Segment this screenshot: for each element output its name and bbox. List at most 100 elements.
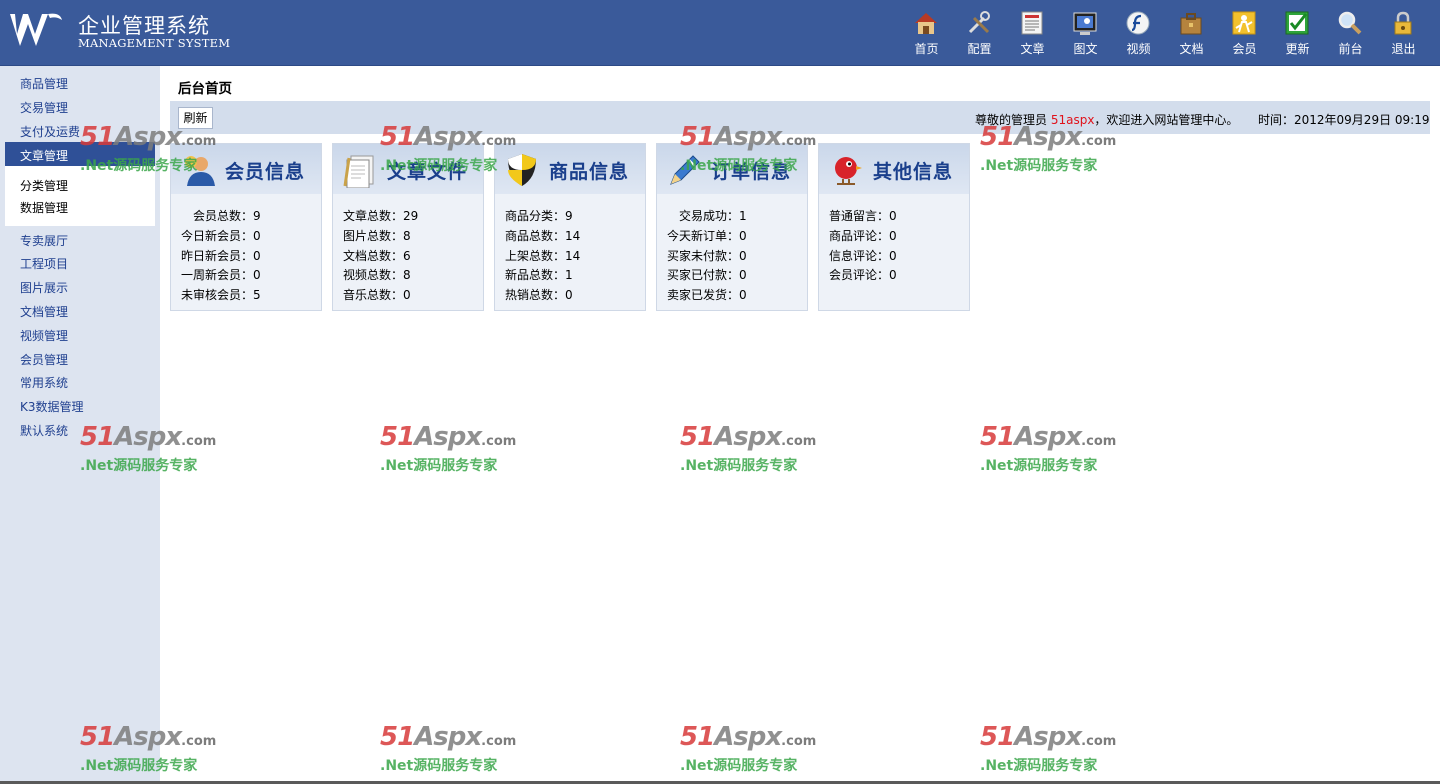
watermark-aspx: Aspx bbox=[714, 422, 782, 452]
sidebar-item-k3[interactable]: K3数据管理 bbox=[20, 398, 84, 415]
watermark-brand: 51Aspx.com bbox=[680, 422, 816, 452]
bird-icon bbox=[835, 157, 862, 185]
logo-title-en: MANAGEMENT SYSTEM bbox=[78, 36, 231, 50]
sidebar-item-members[interactable]: 会员管理 bbox=[20, 351, 68, 368]
watermark-slogan: .Net源码服务专家 bbox=[380, 758, 498, 774]
panel-row: 上架总数：14 bbox=[505, 249, 581, 263]
top-header: 企业管理系统 MANAGEMENT SYSTEM 首页 配置 文章 图文 视频 … bbox=[0, 0, 1440, 66]
watermark-com: .com bbox=[781, 734, 817, 749]
top-navigation: 首页 配置 文章 图文 视频 文档 会员 更新 前台 退出 bbox=[900, 8, 1430, 60]
sidebar-subitem-category[interactable]: 分类管理 bbox=[20, 177, 68, 194]
nav-label: 视频 bbox=[1126, 42, 1151, 56]
watermark-51: 51 bbox=[680, 422, 715, 452]
member-info-icon bbox=[185, 156, 215, 186]
nav-label: 文档 bbox=[1179, 42, 1204, 56]
watermark: 51Aspx.com .Net源码服务专家 bbox=[680, 722, 820, 778]
panel-row: 商品分类：9 bbox=[505, 209, 573, 223]
panel-row: 今天新订单：0 bbox=[667, 229, 747, 243]
watermark-brand: 51Aspx.com bbox=[980, 422, 1116, 452]
sidebar-item-payment[interactable]: 支付及运费 bbox=[20, 123, 80, 140]
panel-title: 会员信息 bbox=[225, 161, 306, 183]
sidebar: 商品管理 交易管理 支付及运费 文章管理 分类管理 数据管理 专卖展厅 工程项目… bbox=[0, 66, 160, 784]
sidebar-item-showroom[interactable]: 专卖展厅 bbox=[20, 232, 68, 249]
watermark-brand: 51Aspx.com bbox=[680, 722, 816, 752]
current-time: 时间：2012年09月29日 09:19 bbox=[1258, 113, 1430, 127]
watermark-com: .com bbox=[481, 734, 517, 749]
sidebar-item-documents[interactable]: 文档管理 bbox=[20, 303, 68, 320]
nav-update[interactable]: 更新 bbox=[1271, 8, 1324, 60]
panel-member-info: 会员信息 会员总数：9 今日新会员：0 昨日新会员：0 一周新会员：0 未审核会… bbox=[170, 143, 322, 311]
sidebar-subitem-data[interactable]: 数据管理 bbox=[20, 199, 68, 216]
panel-row: 新品总数：1 bbox=[505, 268, 573, 282]
watermark-51: 51 bbox=[680, 722, 715, 752]
watermark-com: .com bbox=[1081, 434, 1117, 449]
panel-other-info: 其他信息 普通留言：0 商品评论：0 信息评论：0 会员评论：0 bbox=[818, 143, 970, 311]
nav-docs[interactable]: 文档 bbox=[1165, 8, 1218, 60]
toolbar bbox=[170, 101, 1430, 134]
nav-label: 会员 bbox=[1232, 42, 1257, 56]
nav-config[interactable]: 配置 bbox=[953, 8, 1006, 60]
image-icon bbox=[1073, 12, 1097, 35]
sidebar-item-goods[interactable]: 商品管理 bbox=[20, 75, 68, 92]
sidebar-item-trade[interactable]: 交易管理 bbox=[20, 99, 68, 116]
panel-row: 商品评论：0 bbox=[829, 229, 897, 243]
pencil-icon bbox=[670, 155, 700, 185]
panel-row: 一周新会员：0 bbox=[181, 268, 261, 282]
page-title: 后台首页 bbox=[178, 81, 232, 97]
welcome-text: 尊敬的管理员 51aspx，欢迎进入网站管理中心。 bbox=[975, 111, 1238, 128]
panel-order-info: 订单信息 交易成功：1 今天新订单：0 买家未付款：0 买家已付款：0 卖家已发… bbox=[656, 143, 808, 311]
briefcase-icon bbox=[1180, 13, 1202, 35]
panel-row: 信息评论：0 bbox=[829, 249, 897, 263]
nav-member[interactable]: 会员 bbox=[1218, 8, 1271, 60]
panel-row: 卖家已发货：0 bbox=[667, 288, 747, 302]
panel-article-info: 文章文件 文章总数：29 图片总数：8 文档总数：6 视频总数：8 音乐总数：0 bbox=[332, 143, 484, 311]
panel-row: 买家已付款：0 bbox=[667, 268, 747, 282]
nav-label: 配置 bbox=[967, 42, 992, 56]
panel-title: 其他信息 bbox=[873, 161, 954, 183]
panel-header: 订单信息 bbox=[657, 144, 807, 194]
refresh-button[interactable]: 刷新 bbox=[178, 107, 213, 129]
panel-row: 文章总数：29 bbox=[343, 209, 419, 223]
sidebar-item-common[interactable]: 常用系统 bbox=[20, 374, 68, 391]
logo-w-icon bbox=[10, 13, 62, 46]
panel-row: 文档总数：6 bbox=[343, 249, 411, 263]
panel-row: 今日新会员：0 bbox=[181, 229, 261, 243]
sidebar-item-article[interactable]: 文章管理 bbox=[5, 142, 155, 166]
nav-label: 首页 bbox=[914, 42, 939, 56]
panel-row: 视频总数：8 bbox=[343, 268, 411, 282]
watermark-brand: 51Aspx.com bbox=[380, 422, 516, 452]
nav-article[interactable]: 文章 bbox=[1006, 8, 1059, 60]
watermark-slogan: .Net源码服务专家 bbox=[980, 158, 1098, 174]
watermark-com: .com bbox=[181, 434, 217, 449]
nav-logout[interactable]: 退出 bbox=[1377, 8, 1430, 60]
sidebar-item-default[interactable]: 默认系统 bbox=[20, 422, 68, 439]
sidebar-item-images[interactable]: 图片展示 bbox=[20, 279, 68, 296]
sidebar-item-videos[interactable]: 视频管理 bbox=[20, 327, 68, 344]
sidebar-subpanel: 分类管理 数据管理 bbox=[5, 166, 155, 226]
watermark-aspx: Aspx bbox=[414, 722, 482, 752]
watermark-slogan: .Net源码服务专家 bbox=[980, 458, 1098, 474]
panel-goods-info: 商品信息 商品分类：9 商品总数：14 上架总数：14 新品总数：1 热销总数：… bbox=[494, 143, 646, 311]
panel-row: 未审核会员：5 bbox=[181, 288, 261, 302]
nav-frontend[interactable]: 前台 bbox=[1324, 8, 1377, 60]
sidebar-item-projects[interactable]: 工程项目 bbox=[20, 255, 68, 272]
nav-video[interactable]: 视频 bbox=[1112, 8, 1165, 60]
watermark-aspx: Aspx bbox=[1014, 422, 1082, 452]
nav-label: 更新 bbox=[1285, 42, 1310, 56]
panel-title: 商品信息 bbox=[549, 161, 630, 183]
watermark: 51Aspx.com .Net源码服务专家 bbox=[680, 422, 820, 478]
nav-home[interactable]: 首页 bbox=[900, 8, 953, 60]
checkbox-icon bbox=[1285, 11, 1309, 35]
tools-icon bbox=[968, 11, 990, 34]
welcome-suffix: ，欢迎进入网站管理中心。 bbox=[1094, 113, 1239, 127]
nav-image-text[interactable]: 图文 bbox=[1059, 8, 1112, 60]
watermark-slogan: .Net源码服务专家 bbox=[980, 758, 1098, 774]
watermark-com: .com bbox=[181, 734, 217, 749]
magnifier-icon bbox=[1338, 11, 1362, 35]
sidebar-item-label: 文章管理 bbox=[20, 149, 69, 163]
panel-title: 订单信息 bbox=[711, 161, 792, 183]
panel-header: 文章文件 bbox=[333, 144, 483, 194]
watermark: 51Aspx.com .Net源码服务专家 bbox=[380, 722, 520, 778]
newspaper-icon bbox=[1021, 11, 1043, 35]
shield-icon bbox=[508, 154, 536, 186]
